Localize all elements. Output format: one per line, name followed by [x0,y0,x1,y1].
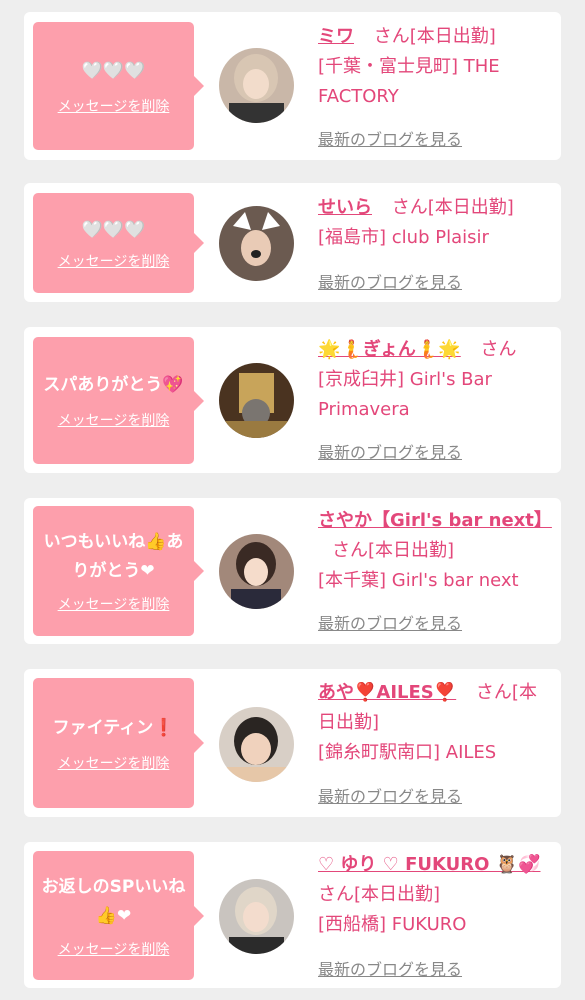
delete-message-link[interactable]: メッセージを削除 [58,410,170,430]
latest-blog-link[interactable]: 最新のブログを見る [318,439,462,463]
shop-location: [福島市] club Plaisir [318,227,489,248]
latest-blog-link[interactable]: 最新のブログを見る [318,956,462,980]
message-text: お返しのSPいいね👍❤ [41,876,186,926]
latest-blog-link[interactable]: 最新のブログを見る [318,610,462,634]
message-bubble: ファイティン❗️ メッセージを削除 [33,678,204,808]
shop-location: [本千葉] Girl's bar next [318,570,519,591]
san-suffix: さん [373,26,410,47]
attendance-status: [本日出勤] [368,540,455,561]
avatar[interactable] [219,534,294,609]
avatar[interactable] [219,48,294,123]
delete-message-link[interactable]: メッセージを削除 [58,594,170,614]
cast-name-link[interactable]: ミワ [318,26,354,47]
message-text: 🤍🤍🤍 [81,219,146,240]
latest-blog-link[interactable]: 最新のブログを見る [318,783,462,807]
latest-blog-link[interactable]: 最新のブログを見る [318,269,462,293]
avatar[interactable] [219,879,294,954]
delete-message-link[interactable]: メッセージを削除 [58,753,170,773]
san-suffix: さん [391,197,428,218]
attendance-status: [本日出勤] [427,197,514,218]
message-bubble: 🤍🤍🤍 メッセージを削除 [33,193,204,293]
shop-location: [京成臼井] Girl's Bar Primavera [318,369,492,420]
cast-name-link[interactable]: さやか【Girl's bar next】 [318,510,552,531]
attendance-status: [本日出勤] [354,884,441,905]
delete-message-link[interactable]: メッセージを削除 [58,96,170,116]
message-card: 🤍🤍🤍 メッセージを削除 ミワ さん[本日出勤] [千葉・富士見町] THE F… [24,12,561,160]
latest-blog-link[interactable]: 最新のブログを見る [318,126,462,150]
avatar[interactable] [219,363,294,438]
cast-info: 🌟🧜ぎょん🧜🌟 さん [京成臼井] Girl's Bar Primavera [318,335,554,425]
message-text: スパありがとう💖 [43,375,184,395]
cast-info: ミワ さん[本日出勤] [千葉・富士見町] THE FACTORY [318,22,554,112]
cast-name-link[interactable]: あや❣️AILES❣️ [318,682,456,703]
message-card: 🤍🤍🤍 メッセージを削除 せいら さん[本日出勤] [福島市] club Pla… [24,183,561,302]
attendance-status: [本日出勤] [409,26,496,47]
san-suffix: さん [332,540,368,561]
message-bubble: お返しのSPいいね👍❤ メッセージを削除 [33,851,204,980]
san-suffix: さん [318,884,354,905]
shop-location: [西船橋] FUKURO [318,914,467,935]
avatar[interactable] [219,206,294,281]
message-text: 🤍🤍🤍 [81,60,146,81]
message-text: ファイティン❗️ [52,717,175,738]
cast-info: ♡ ゆり ♡ FUKURO 🦉💞 さん[本日出勤] [西船橋] FUKURO [318,850,554,940]
shop-location: [錦糸町駅南口] AILES [318,742,497,763]
cast-info: さやか【Girl's bar next】 さん[本日出勤] [本千葉] Girl… [318,506,554,596]
san-suffix: さん [480,339,517,360]
message-card: スパありがとう💖 メッセージを削除 🌟🧜ぎょん🧜🌟 さん [京成臼井] Girl… [24,327,561,473]
cast-name-link[interactable]: ♡ ゆり ♡ FUKURO 🦉💞 [318,854,541,875]
delete-message-link[interactable]: メッセージを削除 [58,939,170,959]
message-bubble: スパありがとう💖 メッセージを削除 [33,337,204,464]
message-bubble: 🤍🤍🤍 メッセージを削除 [33,22,204,150]
message-card: いつもいいね👍ありがとう❤ メッセージを削除 さやか【Girl's bar ne… [24,498,561,644]
cast-info: あや❣️AILES❣️ さん[本日出勤] [錦糸町駅南口] AILES [318,678,554,768]
shop-location: [千葉・富士見町] THE FACTORY [318,56,500,107]
message-bubble: いつもいいね👍ありがとう❤ メッセージを削除 [33,506,204,636]
cast-name-link[interactable]: せいら [318,197,372,218]
san-suffix: さん [475,682,512,703]
message-card: お返しのSPいいね👍❤ メッセージを削除 ♡ ゆり ♡ FUKURO 🦉💞 さん… [24,842,561,988]
delete-message-link[interactable]: メッセージを削除 [58,251,170,271]
avatar[interactable] [219,707,294,782]
message-card: ファイティン❗️ メッセージを削除 あや❣️AILES❣️ さん[本日出勤] [… [24,669,561,817]
message-list: 🤍🤍🤍 メッセージを削除 ミワ さん[本日出勤] [千葉・富士見町] THE F… [0,0,585,1000]
cast-name-link[interactable]: 🌟🧜ぎょん🧜🌟 [318,339,461,360]
message-text: いつもいいね👍ありがとう❤ [43,532,184,581]
cast-info: せいら さん[本日出勤] [福島市] club Plaisir [318,193,554,253]
